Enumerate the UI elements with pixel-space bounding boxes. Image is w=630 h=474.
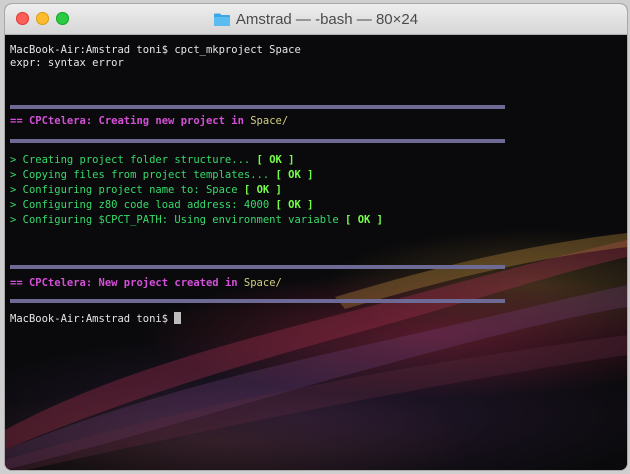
error-line: expr: syntax error xyxy=(10,57,124,69)
ok-status: OK xyxy=(288,169,301,181)
ok-status: OK xyxy=(256,184,270,196)
text-cursor xyxy=(174,312,182,324)
ok-status: OK xyxy=(288,199,301,211)
window-title: Amstrad — -bash — 80×24 xyxy=(235,10,419,28)
command-line: MacBook-Air:Amstrad toni$ cpct_mkproject… xyxy=(10,44,301,56)
banner-text: Creating new project in xyxy=(92,115,251,127)
step-text: > Configuring project name to: Space xyxy=(10,184,244,196)
folder-icon xyxy=(213,13,230,26)
separator-bottom-2 xyxy=(10,299,505,303)
ok-status: OK xyxy=(269,154,282,166)
ok-bracket-open: [ xyxy=(275,169,289,181)
banner-target: Space/ xyxy=(250,115,289,127)
step-line: > Configuring project name to: Space [ O… xyxy=(10,184,282,197)
prompt-line[interactable]: MacBook-Air:Amstrad toni$ xyxy=(10,312,182,326)
step-text: > Creating project folder structure... xyxy=(10,154,257,166)
step-text: > Copying files from project templates..… xyxy=(10,169,276,181)
ok-bracket-close: ] xyxy=(281,154,295,166)
ok-bracket-close: ] xyxy=(300,169,314,181)
ok-bracket-open: [ xyxy=(256,154,270,166)
terminal-window: Amstrad — -bash — 80×24 MacBook-Air:Amst… xyxy=(5,4,627,470)
banner-target: Space/ xyxy=(243,277,282,289)
shell-prompt: MacBook-Air:Amstrad toni$ xyxy=(10,313,175,325)
banner-brand: CPCtelera: xyxy=(28,115,93,127)
separator-top-1 xyxy=(10,105,505,109)
separator-bottom-1 xyxy=(10,139,505,143)
ok-bracket-open: [ xyxy=(243,184,257,196)
banner-created: == CPCtelera: New project created in Spa… xyxy=(10,277,282,290)
banner-creating: == CPCtelera: Creating new project in Sp… xyxy=(10,115,288,128)
ok-status: OK xyxy=(357,214,371,226)
ok-bracket-close: ] xyxy=(300,199,314,211)
separator-top-2 xyxy=(10,265,505,269)
ok-bracket-close: ] xyxy=(269,184,282,196)
step-line: > Copying files from project templates..… xyxy=(10,169,313,182)
step-line: > Configuring z80 code load address: 400… xyxy=(10,199,313,212)
step-line: > Configuring $CPCT_PATH: Using environm… xyxy=(10,214,383,227)
ok-bracket-open: [ xyxy=(345,214,358,226)
title-bar[interactable]: Amstrad — -bash — 80×24 xyxy=(5,4,627,35)
ok-bracket-close: ] xyxy=(370,214,384,226)
step-text: > Configuring z80 code load address: 400… xyxy=(10,199,276,211)
wallpaper-waves xyxy=(5,233,627,470)
banner-prefix: == xyxy=(10,115,29,127)
terminal-area[interactable]: MacBook-Air:Amstrad toni$ cpct_mkproject… xyxy=(5,35,627,470)
banner-brand: CPCtelera: xyxy=(28,277,93,289)
ok-bracket-open: [ xyxy=(275,199,289,211)
step-line: > Creating project folder structure... [… xyxy=(10,154,295,167)
banner-prefix: == xyxy=(10,277,29,289)
step-text: > Configuring $CPCT_PATH: Using environm… xyxy=(10,214,346,226)
banner-text: New project created in xyxy=(92,277,244,289)
